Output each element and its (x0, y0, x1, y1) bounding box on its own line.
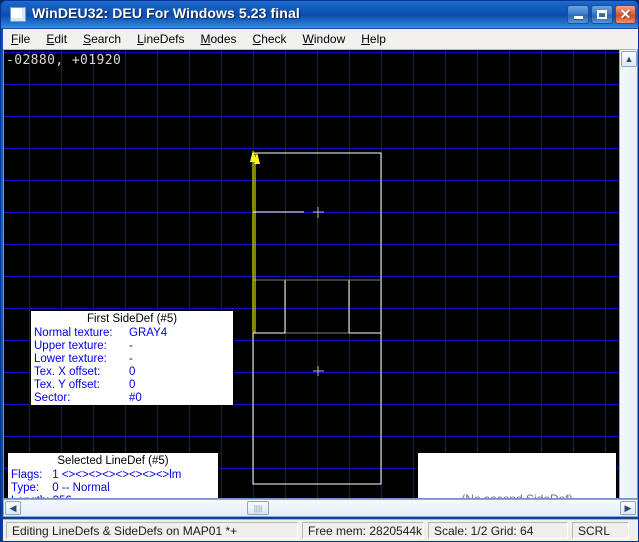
menu-mnemonic: S (83, 32, 92, 46)
app-icon (10, 7, 26, 22)
menu-mnemonic: W (302, 32, 314, 46)
menu-mnemonic: L (137, 32, 144, 46)
horizontal-scroll-thumb[interactable]: |||| (247, 501, 269, 515)
first-sidedef-row-upper-texture: Upper texture: - (34, 340, 230, 353)
close-button[interactable]: ✕ (615, 5, 636, 24)
row-value: GRAY4 (129, 327, 168, 339)
first-sidedef-row-sector: Sector: #0 (34, 392, 230, 405)
status-scale-grid: Scale: 1/2 Grid: 64 (428, 522, 568, 539)
cursor-coordinates: -02880, +01920 (6, 53, 122, 68)
scroll-left-arrow-icon[interactable]: ◀ (5, 501, 21, 515)
first-sidedef-row-lower-texture: Lower texture: - (34, 353, 230, 366)
row-value: - (129, 340, 133, 352)
row-value: 256 (53, 495, 72, 498)
editor-client-area: -02880, +01920 First SideDef (#5) Normal… (3, 49, 638, 499)
vertical-scrollbar[interactable]: ▲ (619, 50, 637, 498)
linedef-row-length: Length: 256 (11, 495, 215, 498)
maximize-button[interactable] (591, 5, 613, 24)
maximize-icon (597, 10, 607, 19)
map-canvas[interactable]: -02880, +01920 First SideDef (#5) Normal… (4, 50, 619, 498)
menu-label: ile (18, 32, 31, 46)
row-value: 1 <><><><><><><><>lm (52, 469, 182, 481)
status-bar: Editing LineDefs & SideDefs on MAP01 *+ … (3, 519, 638, 541)
scroll-up-arrow-icon[interactable]: ▲ (621, 51, 637, 67)
menu-bar: File Edit Search LineDefs Modes Check Wi… (3, 29, 638, 50)
second-sidedef-empty-note: (No second SideDef) (461, 492, 572, 499)
menu-item-window[interactable]: Window (295, 30, 354, 48)
row-label: Length: (11, 495, 49, 498)
grip-icon: |||| (253, 503, 263, 513)
menu-mnemonic: M (200, 32, 211, 46)
close-icon: ✕ (619, 6, 632, 22)
second-sidedef-panel: (No second SideDef) (417, 452, 617, 498)
row-label: Type: (11, 482, 40, 494)
menu-item-edit[interactable]: Edit (38, 30, 75, 48)
first-sidedef-row-normal-texture: Normal texture: GRAY4 (34, 327, 230, 340)
title-bar[interactable]: WinDEU32: DEU For Windows 5.23 final ✕ (1, 1, 638, 28)
linedef-row-type: Type: 0 -- Normal (11, 482, 215, 495)
horizontal-scrollbar[interactable]: ◀ |||| ▶ (3, 499, 638, 517)
menu-label: earch (91, 32, 122, 46)
menu-item-search[interactable]: Search (75, 30, 129, 48)
status-scroll-lock: SCRL (572, 522, 629, 539)
status-free-memory: Free mem: 2820544k (302, 522, 424, 539)
menu-label: ineDefs (143, 32, 185, 46)
selected-linedef-panel: Selected LineDef (#5) Flags: 1 <><><><><… (7, 452, 219, 498)
menu-label: heck (261, 32, 287, 46)
status-editing-mode: Editing LineDefs & SideDefs on MAP01 *+ (6, 522, 298, 539)
scroll-right-arrow-icon[interactable]: ▶ (620, 501, 636, 515)
first-sidedef-title: First SideDef (#5) (86, 313, 178, 325)
application-window: WinDEU32: DEU For Windows 5.23 final ✕ F… (0, 0, 639, 542)
row-label: Tex. Y offset: (34, 379, 100, 391)
row-value: 0 -- Normal (52, 482, 110, 494)
menu-item-file[interactable]: File (3, 30, 38, 48)
minimize-icon (573, 16, 583, 19)
menu-label: elp (369, 32, 386, 46)
menu-label: odes (210, 32, 237, 46)
first-sidedef-panel: First SideDef (#5) Normal texture: GRAY4 … (30, 310, 234, 406)
row-value: 0 (129, 366, 136, 378)
row-label: Tex. X offset: (34, 366, 101, 378)
window-title: WinDEU32: DEU For Windows 5.23 final (32, 5, 300, 21)
row-label: Upper texture: (34, 340, 107, 352)
linedef-row-flags: Flags: 1 <><><><><><><><>lm (11, 469, 215, 482)
row-label: Sector: (34, 392, 71, 404)
first-sidedef-row-tex-y-offset: Tex. Y offset: 0 (34, 379, 230, 392)
map-geometry (250, 150, 382, 485)
menu-item-modes[interactable]: Modes (192, 30, 244, 48)
menu-label: indow (313, 32, 346, 46)
menu-item-check[interactable]: Check (245, 30, 295, 48)
menu-item-linedefs[interactable]: LineDefs (129, 30, 192, 48)
first-sidedef-row-tex-x-offset: Tex. X offset: 0 (34, 366, 230, 379)
menu-label: dit (54, 32, 68, 46)
row-value: 0 (129, 379, 136, 391)
row-label: Flags: (11, 469, 43, 481)
menu-mnemonic: H (361, 32, 370, 46)
row-value: - (129, 353, 133, 365)
minimize-button[interactable] (567, 5, 589, 24)
row-label: Lower texture: (34, 353, 107, 365)
row-value: #0 (129, 392, 142, 404)
selected-linedef-title: Selected LineDef (#5) (57, 455, 169, 467)
row-label: Normal texture: (34, 327, 113, 339)
menu-mnemonic: C (252, 32, 262, 46)
menu-item-help[interactable]: Help (353, 30, 394, 48)
